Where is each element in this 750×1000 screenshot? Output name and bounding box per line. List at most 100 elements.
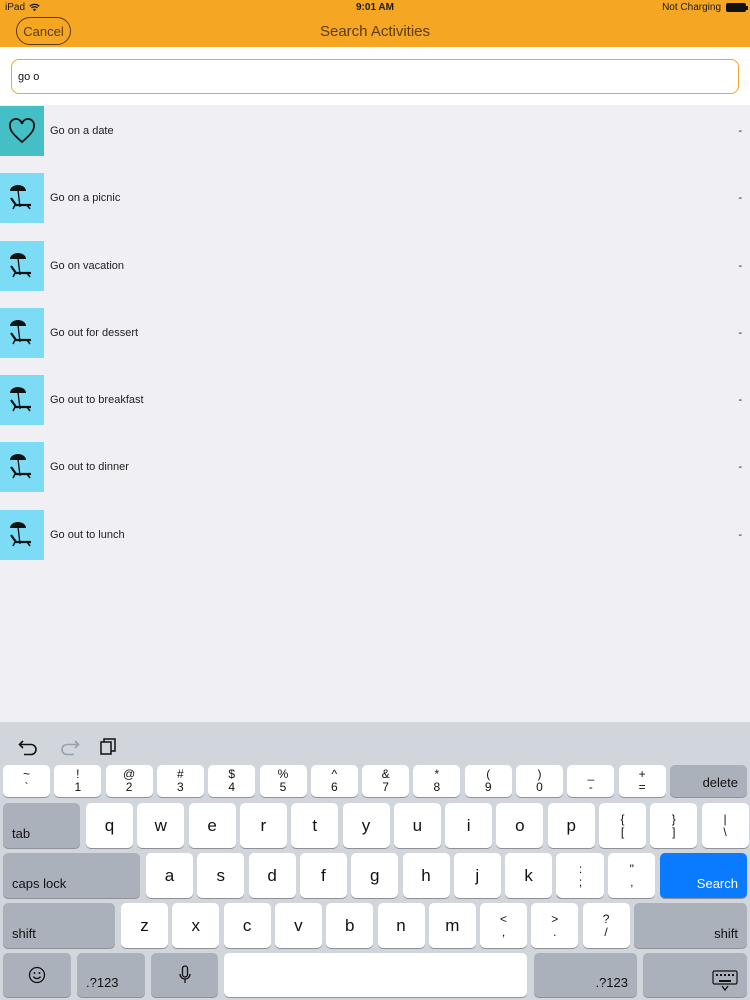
undo-icon[interactable]: [18, 736, 40, 756]
key-i[interactable]: i: [445, 803, 493, 848]
battery-icon: [726, 3, 748, 12]
list-item[interactable]: Go out to dinner -: [0, 441, 750, 509]
activity-icon-tile: [0, 173, 44, 224]
activity-icon-tile: [0, 375, 44, 426]
key-punct[interactable]: <,: [480, 903, 527, 948]
key-punct[interactable]: ? /: [582, 903, 630, 948]
key-symbols: & 7: [382, 768, 390, 794]
key-char: 4: [228, 780, 236, 794]
key-punct[interactable]: }]: [650, 803, 698, 848]
key-k[interactable]: k: [505, 853, 553, 898]
key-a[interactable]: a: [146, 853, 193, 898]
key-punct[interactable]: {[: [599, 803, 646, 848]
key-10[interactable]: ) 0: [516, 765, 563, 797]
list-item[interactable]: Go out to breakfast -: [0, 374, 750, 442]
key-label: k: [524, 865, 533, 885]
key-4[interactable]: $4: [208, 765, 256, 797]
key-7[interactable]: & 7: [362, 765, 410, 797]
list-item[interactable]: Go out for dessert -: [0, 306, 750, 375]
key-punct[interactable]: >.: [531, 903, 579, 948]
key-0[interactable]: ~ `: [3, 765, 50, 797]
key-6[interactable]: ^ 6: [310, 765, 358, 797]
key-q[interactable]: q: [86, 803, 133, 848]
key-char: |: [723, 811, 727, 826]
key-v[interactable]: v: [274, 903, 322, 948]
emoji-key[interactable]: [3, 953, 71, 997]
list-item[interactable]: Go on a date -: [0, 105, 750, 173]
search-key[interactable]: Search: [660, 853, 747, 898]
key-12[interactable]: + =: [618, 765, 666, 797]
key-symbols: ! 1: [74, 768, 81, 794]
list-item[interactable]: Go on vacation -: [0, 239, 750, 307]
search-area: [0, 47, 750, 105]
key-label: r: [260, 815, 267, 835]
key-m[interactable]: m: [428, 903, 476, 948]
key-u[interactable]: u: [393, 803, 441, 848]
keyboard: ~ `! 1 @2 #3 $4% 5 ^ 6 & 7 * 8(9) 0 _ - + = delete tab q w e r t…: [0, 722, 750, 1000]
list-item[interactable]: Go on a picnic -: [0, 172, 750, 240]
status-time: 9:01 AM: [356, 2, 394, 13]
list-item[interactable]: Go out to lunch -: [0, 508, 750, 577]
key-char: /: [604, 924, 608, 939]
dictation-key[interactable]: [151, 953, 218, 997]
space-key[interactable]: [224, 953, 527, 997]
key-1[interactable]: ! 1: [54, 765, 102, 797]
key-8[interactable]: * 8: [413, 765, 461, 797]
search-input[interactable]: [11, 59, 739, 94]
key-symbols: <,: [500, 912, 507, 939]
list-item-value: -: [738, 528, 742, 541]
tab-key[interactable]: tab: [3, 803, 80, 848]
key-w[interactable]: w: [137, 803, 185, 848]
key-symbols: ~ `: [23, 768, 30, 794]
key-char: 9: [484, 780, 492, 794]
key-5[interactable]: % 5: [259, 765, 307, 797]
key-y[interactable]: y: [342, 803, 390, 848]
key-2[interactable]: @2: [105, 765, 153, 797]
beach-chair-icon: [10, 387, 31, 412]
key-o[interactable]: o: [496, 803, 544, 848]
key-p[interactable]: p: [547, 803, 595, 848]
key-symbols: ^ 6: [331, 768, 338, 794]
shift-left-key[interactable]: shift: [3, 903, 115, 948]
key-punct[interactable]: | \: [701, 803, 749, 848]
key-x[interactable]: x: [172, 903, 220, 948]
key-j[interactable]: j: [453, 853, 501, 898]
caps-lock-key[interactable]: caps lock: [3, 853, 140, 898]
delete-key[interactable]: delete: [670, 765, 747, 797]
numbers-right-key[interactable]: .?123: [534, 953, 637, 997]
key-9[interactable]: (9: [464, 765, 512, 797]
key-c[interactable]: c: [223, 903, 271, 948]
key-h[interactable]: h: [402, 853, 450, 898]
key-char: \: [723, 824, 727, 839]
paste-icon[interactable]: [98, 736, 120, 756]
key-char: ": [629, 861, 634, 876]
key-char: 0: [536, 780, 543, 794]
numbers-left-key[interactable]: .?123: [77, 953, 145, 997]
key-n[interactable]: n: [377, 903, 425, 948]
key-char: ;: [578, 874, 583, 889]
key-t[interactable]: t: [291, 803, 339, 848]
beach-chair-icon: [10, 454, 31, 479]
key-s[interactable]: s: [197, 853, 245, 898]
key-b[interactable]: b: [326, 903, 374, 948]
hide-keyboard-key[interactable]: [643, 953, 747, 997]
key-r[interactable]: r: [239, 803, 287, 848]
key-punct[interactable]: ",: [608, 853, 656, 898]
list-item-value: -: [738, 125, 742, 137]
key-punct[interactable]: :;: [557, 853, 604, 898]
key-g[interactable]: g: [351, 853, 399, 898]
key-char: 5: [279, 780, 287, 794]
activity-icon-tile: [0, 106, 44, 156]
key-d[interactable]: d: [248, 853, 296, 898]
key-e[interactable]: e: [188, 803, 236, 848]
page-title: Search Activities: [319, 23, 431, 40]
key-3[interactable]: #3: [156, 765, 204, 797]
redo-icon[interactable]: [58, 736, 80, 756]
list-item-value: -: [738, 461, 742, 474]
key-char: ?: [602, 911, 610, 926]
emoji-icon: [28, 966, 46, 984]
shift-right-key[interactable]: shift: [634, 903, 747, 948]
key-z[interactable]: z: [121, 903, 168, 948]
key-f[interactable]: f: [299, 853, 347, 898]
key-11[interactable]: _ -: [567, 765, 615, 797]
